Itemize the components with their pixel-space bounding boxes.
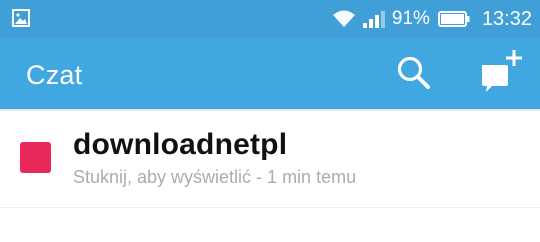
- app-toolbar: Czat: [0, 38, 540, 109]
- signal-icon: [362, 11, 385, 28]
- gallery-icon: [12, 9, 30, 27]
- chat-list-item[interactable]: downloadnetpl Stuknij, aby wyświetlić - …: [0, 112, 540, 208]
- wifi-icon: [332, 10, 355, 27]
- page-title: Czat: [26, 60, 83, 90]
- search-icon[interactable]: [396, 55, 432, 91]
- status-bar: 91% 13:32: [0, 0, 540, 38]
- chat-contact-name: downloadnetpl: [73, 128, 288, 161]
- list-divider: [0, 207, 540, 208]
- battery-icon: [437, 11, 470, 27]
- battery-percent: 91%: [391, 8, 430, 29]
- status-right: 91% 13:32: [332, 0, 532, 38]
- new-chat-icon[interactable]: [476, 48, 524, 94]
- chat-status-text: Stuknij, aby wyświetlić - 1 min temu: [73, 167, 357, 187]
- unread-snap-indicator-icon: [20, 142, 51, 173]
- clock: 13:32: [481, 7, 532, 30]
